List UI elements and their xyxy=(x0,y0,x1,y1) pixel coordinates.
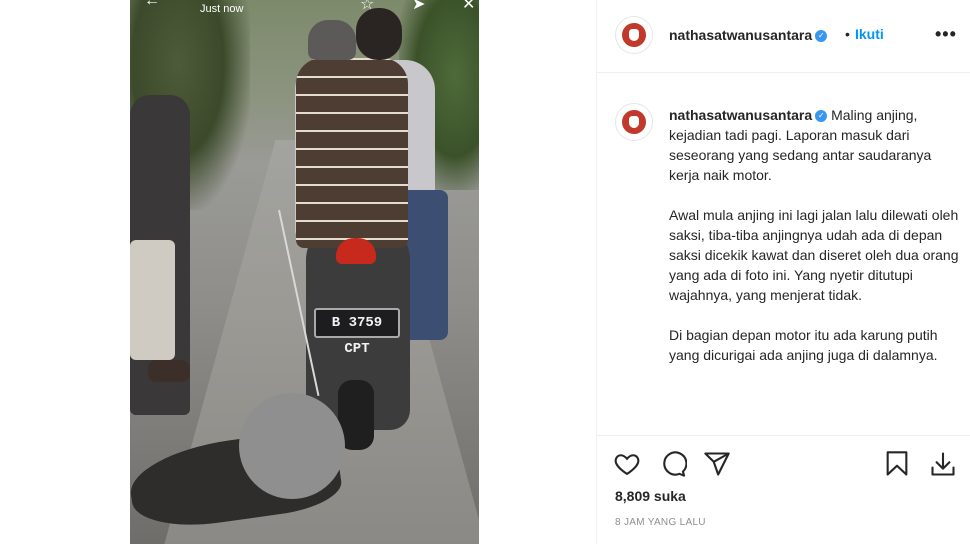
caption-paragraph: nathasatwanusantara ✓ Maling anjing, keja… xyxy=(669,105,959,185)
username-text[interactable]: nathasatwanusantara xyxy=(669,27,812,43)
download-icon[interactable] xyxy=(929,450,957,478)
more-options-icon[interactable]: ••• xyxy=(935,24,957,45)
header-username[interactable]: nathasatwanusantara ✓ xyxy=(669,27,828,43)
verified-badge-icon: ✓ xyxy=(815,110,828,123)
separator-dot: • xyxy=(845,26,850,42)
avatar[interactable] xyxy=(615,16,653,54)
caption-paragraph-2: Awal mula anjing ini lagi jalan lalu dil… xyxy=(669,207,959,303)
star-icon[interactable]: ☆ xyxy=(360,0,374,14)
taillight xyxy=(336,238,376,264)
bookmark-icon[interactable] xyxy=(883,450,911,478)
post-photo[interactable]: B 3759 CPT ← Just now ☆ ➤ ✕ xyxy=(130,0,479,544)
plaid-shirt-rider xyxy=(296,58,408,248)
action-bar: 8,809 suka 8 JAM YANG LALU xyxy=(597,435,970,544)
forward-arrow-icon[interactable]: ➤ xyxy=(412,0,425,14)
blur-circle xyxy=(239,393,345,499)
left-rider-shoe xyxy=(148,360,190,382)
comment-icon[interactable] xyxy=(659,450,688,478)
story-timestamp: Just now xyxy=(200,3,244,15)
post-media[interactable]: B 3759 CPT ← Just now ☆ ➤ ✕ xyxy=(0,0,596,544)
heart-icon[interactable] xyxy=(613,450,641,478)
caption-area: nathasatwanusantara ✓ Maling anjing, keja… xyxy=(597,73,970,435)
verified-badge-icon: ✓ xyxy=(815,30,828,43)
caption-text: nathasatwanusantara ✓ Maling anjing, keja… xyxy=(669,105,959,385)
close-icon[interactable]: ✕ xyxy=(462,0,475,14)
avatar[interactable] xyxy=(615,103,653,141)
helmet xyxy=(308,20,356,60)
caption-username[interactable]: nathasatwanusantara xyxy=(669,107,812,123)
post-header: nathasatwanusantara ✓ • Ikuti ••• xyxy=(597,0,970,73)
follow-button[interactable]: Ikuti xyxy=(855,26,884,42)
back-arrow-icon[interactable]: ← xyxy=(144,0,160,10)
caption-paragraph-3: Di bagian depan motor itu ada karung put… xyxy=(669,327,938,363)
license-plate: B 3759 CPT xyxy=(314,308,400,357)
passenger-head xyxy=(356,8,402,60)
share-icon[interactable] xyxy=(703,450,731,478)
avatar-logo-icon xyxy=(622,110,646,134)
likes-count[interactable]: 8,809 suka xyxy=(615,488,686,504)
left-rider-leg xyxy=(130,240,175,360)
post-panel: nathasatwanusantara ✓ • Ikuti ••• nathasa… xyxy=(596,0,970,544)
avatar-logo-icon xyxy=(622,23,646,47)
media-margin xyxy=(0,0,130,544)
post-time[interactable]: 8 JAM YANG LALU xyxy=(615,517,706,528)
